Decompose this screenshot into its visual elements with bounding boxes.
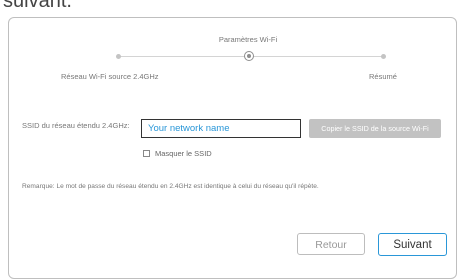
current-step-title: Paramètres Wi-Fi <box>218 35 278 44</box>
step-node-summary <box>381 54 386 59</box>
password-remark: Remarque: Le mot de passe du réseau éten… <box>22 183 319 190</box>
progress-track-left <box>118 56 248 57</box>
back-button[interactable]: Retour <box>297 233 365 255</box>
step-label-source-network: Réseau Wi-Fi source 2.4GHz <box>61 72 159 81</box>
hide-ssid-checkbox[interactable] <box>143 150 150 157</box>
step-node-source-network <box>116 54 121 59</box>
step-label-summary: Résumé <box>369 72 397 81</box>
ssid-label: SSID du réseau étendu 2.4GHz: <box>22 121 130 130</box>
hide-ssid-option[interactable]: Masquer le SSID <box>143 149 212 159</box>
hide-ssid-label: Masquer le SSID <box>155 149 212 158</box>
copy-source-ssid-button[interactable]: Copier le SSID de la source Wi-Fi <box>309 119 441 138</box>
step-node-wifi-settings <box>244 51 254 61</box>
progress-track-right <box>248 56 383 57</box>
page-heading: suivant. <box>3 0 72 12</box>
next-button[interactable]: Suivant <box>378 233 447 256</box>
ssid-input[interactable] <box>141 119 301 138</box>
